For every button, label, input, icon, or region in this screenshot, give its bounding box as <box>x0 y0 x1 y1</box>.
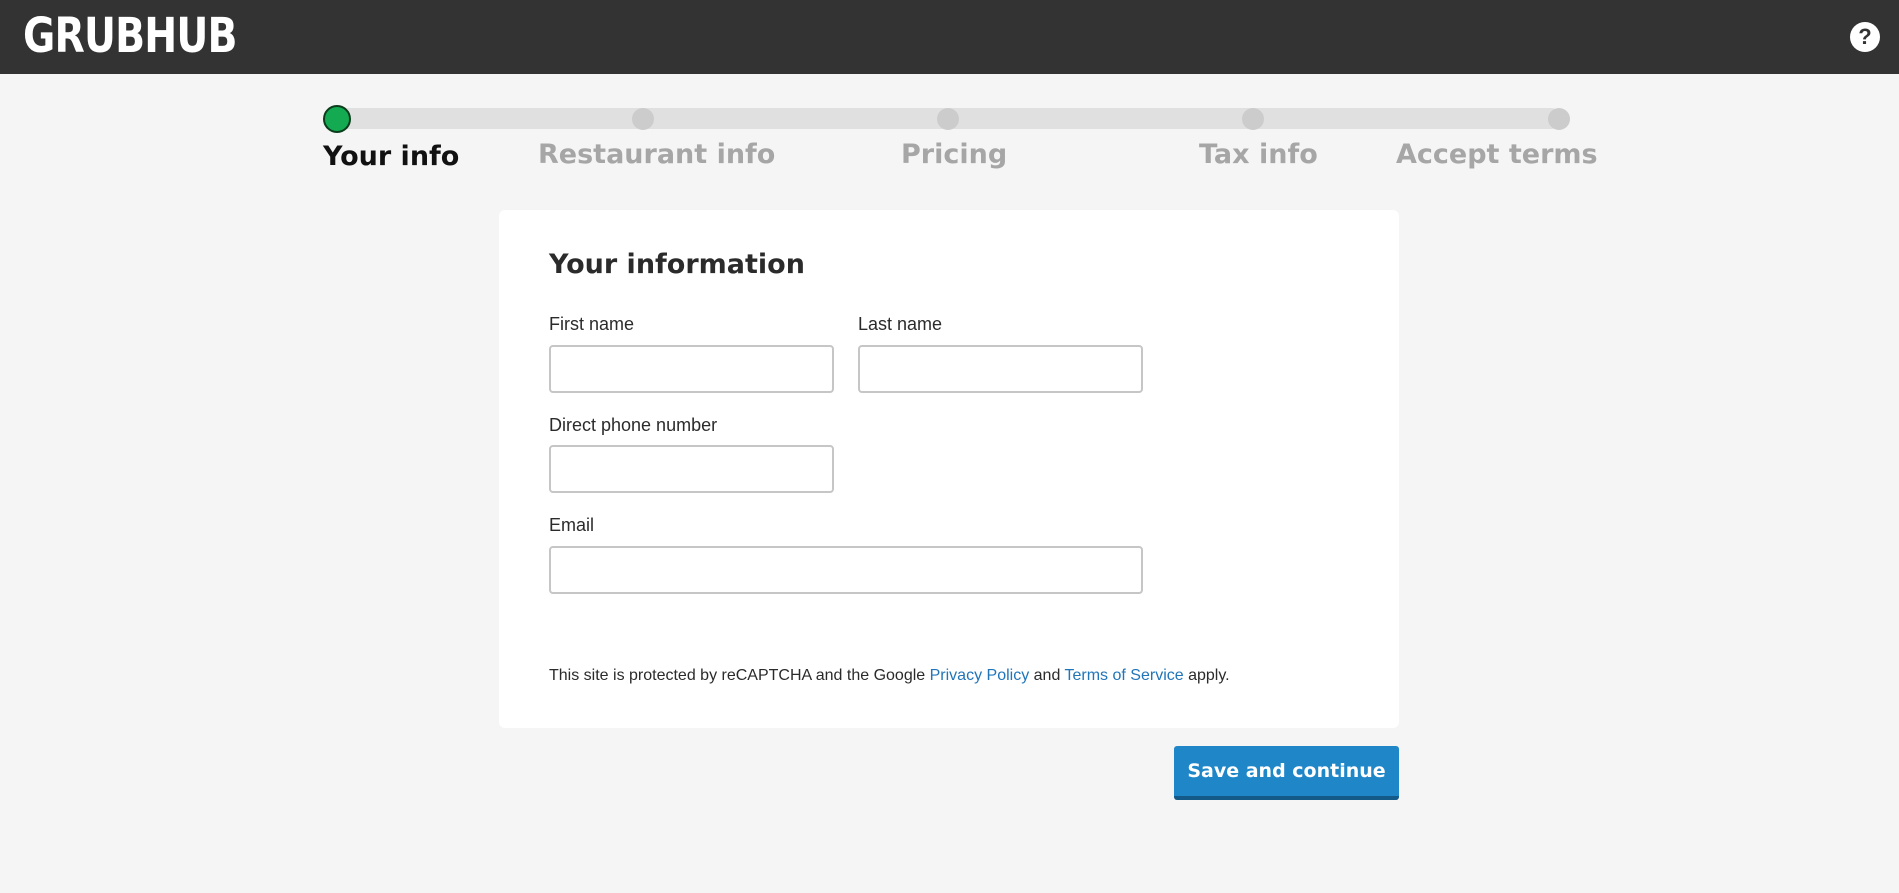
step-dot-restaurant-info <box>632 108 654 130</box>
recaptcha-prefix: This site is protected by reCAPTCHA and … <box>549 667 930 684</box>
step-label-pricing: Pricing <box>901 139 1008 170</box>
step-dot-tax-info <box>1242 108 1264 130</box>
step-dot-your-info <box>323 105 351 133</box>
step-label-restaurant-info: Restaurant info <box>538 139 776 170</box>
help-icon[interactable]: ? <box>1850 22 1880 52</box>
first-name-label: First name <box>549 314 635 334</box>
last-name-input[interactable] <box>858 345 1143 393</box>
step-label-your-info: Your info <box>323 141 460 172</box>
phone-input[interactable] <box>549 445 834 493</box>
your-information-card: Your information First name Last name Di… <box>499 210 1399 728</box>
recaptcha-middle: and <box>1029 667 1065 684</box>
phone-label: Direct phone number <box>549 415 718 435</box>
step-dot-accept-terms <box>1548 108 1570 130</box>
email-input[interactable] <box>549 546 1143 594</box>
step-dot-pricing <box>937 108 959 130</box>
step-label-tax-info: Tax info <box>1199 139 1318 170</box>
top-bar: GRUBHUB ? <box>0 0 1899 74</box>
recaptcha-suffix: apply. <box>1183 667 1230 684</box>
save-and-continue-button[interactable]: Save and continue <box>1174 746 1399 800</box>
step-label-accept-terms: Accept terms <box>1396 139 1598 170</box>
last-name-label: Last name <box>858 314 943 334</box>
email-label: Email <box>549 515 595 535</box>
recaptcha-notice: This site is protected by reCAPTCHA and … <box>549 666 1230 686</box>
terms-of-service-link[interactable]: Terms of Service <box>1065 667 1184 684</box>
privacy-policy-link[interactable]: Privacy Policy <box>930 667 1030 684</box>
card-title: Your information <box>549 249 805 280</box>
first-name-input[interactable] <box>549 345 834 393</box>
grubhub-logo[interactable]: GRUBHUB <box>23 10 238 62</box>
